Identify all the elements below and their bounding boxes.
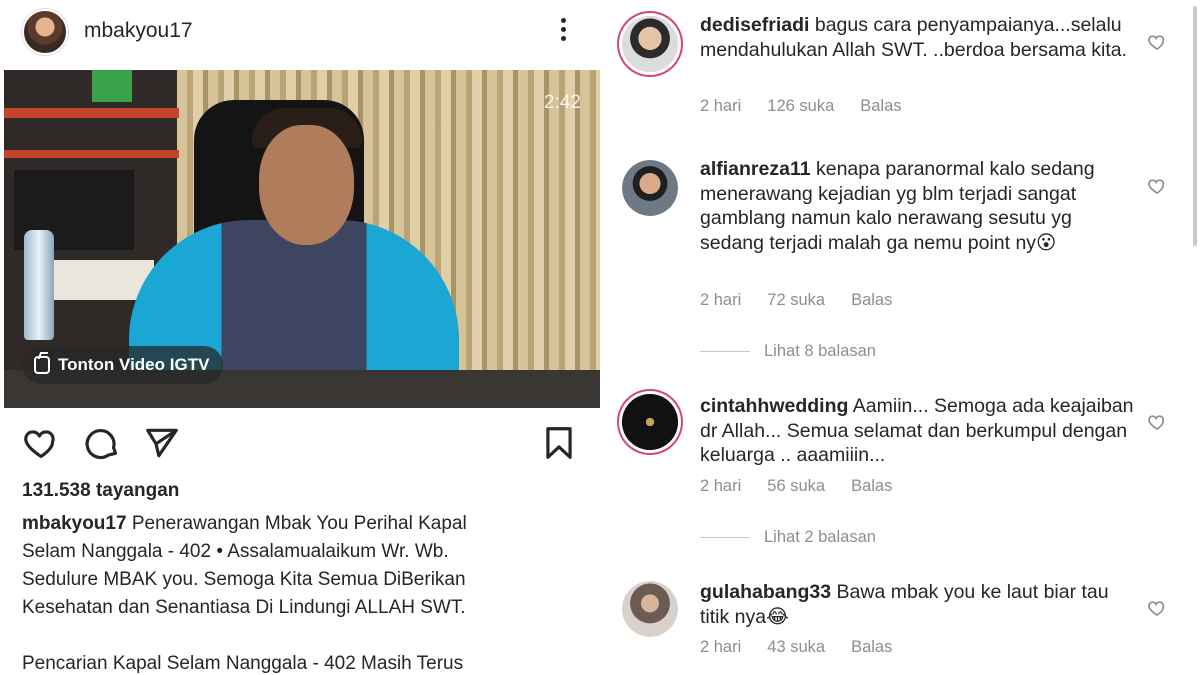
avatar[interactable] [622, 160, 678, 216]
bookmark-icon[interactable] [540, 424, 578, 462]
reply-button[interactable]: Balas [851, 638, 892, 657]
comment-time: 2 hari [700, 477, 742, 495]
video-player[interactable]: 2:42 Tonton Video IGTV [4, 70, 600, 408]
comment-likes[interactable]: 126 suka [767, 97, 834, 116]
comment-meta: 2 hari 126 suka Balas [700, 97, 902, 116]
igtv-icon [34, 356, 50, 374]
comment-text: dedisefriadi bagus cara penyampaianya...… [700, 14, 1128, 61]
igtv-label: Tonton Video IGTV [58, 355, 210, 374]
comment-text: alfianreza11 kenapa paranormal kalo seda… [700, 158, 1095, 254]
comment-username[interactable]: alfianreza11 [700, 158, 811, 180]
caption-line: Pencarian Kapal Selam Nanggala - 402 Mas… [22, 653, 464, 674]
share-icon[interactable] [143, 424, 181, 462]
heart-icon[interactable] [1147, 32, 1167, 52]
caption-username[interactable]: mbakyou17 [22, 513, 127, 534]
post-username[interactable]: mbakyou17 [84, 19, 193, 43]
comment-likes[interactable]: 72 suka [767, 291, 825, 310]
avatar[interactable] [622, 394, 678, 450]
comment-username[interactable]: dedisefriadi [700, 14, 809, 36]
comment-time: 2 hari [700, 291, 742, 309]
comment-username[interactable]: cintahhwedding [700, 395, 848, 417]
comment-time: 2 hari [700, 638, 742, 656]
view-count: 131.538 tayangan [22, 480, 180, 501]
reply-button[interactable]: Balas [851, 291, 892, 310]
reply-button[interactable]: Balas [860, 97, 901, 116]
comment-text: gulahabang33 Bawa mbak you ke laut biar … [700, 581, 1109, 628]
avatar[interactable] [22, 9, 68, 55]
post-caption: mbakyou17 Penerawangan Mbak You Perihal … [22, 510, 582, 675]
avatar[interactable] [622, 581, 678, 637]
heart-icon[interactable] [1147, 598, 1167, 618]
comment-text: cintahhwedding Aamiin... Semoga ada keaj… [700, 395, 1134, 466]
heart-icon[interactable] [22, 424, 60, 462]
comment-username[interactable]: gulahabang33 [700, 581, 831, 603]
comment-likes[interactable]: 43 suka [767, 638, 825, 657]
post-header: mbakyou17 [0, 0, 600, 66]
avatar[interactable] [622, 16, 678, 72]
view-replies-button[interactable]: Lihat 8 balasan [700, 342, 876, 361]
watch-igtv-button[interactable]: Tonton Video IGTV [22, 346, 224, 384]
comment-time: 2 hari [700, 97, 742, 115]
post-panel: mbakyou17 2:42 Tonton Video IGTV 131.538… [0, 0, 600, 675]
post-actions [0, 420, 600, 468]
comment-likes[interactable]: 56 suka [767, 477, 825, 496]
caption-line: Selam Nanggala - 402 • Assalamualaikum W… [22, 541, 449, 562]
heart-icon[interactable] [1147, 412, 1167, 432]
more-icon[interactable] [556, 18, 570, 48]
comment-icon[interactable] [83, 424, 121, 462]
comment-meta: 2 hari 56 suka Balas [700, 477, 892, 496]
heart-icon[interactable] [1147, 176, 1167, 196]
scrollbar[interactable] [1193, 6, 1197, 246]
video-duration: 2:42 [544, 92, 581, 113]
caption-line: Sedulure MBAK you. Semoga Kita Semua DiB… [22, 569, 466, 590]
comments-panel: dedisefriadi bagus cara penyampaianya...… [600, 0, 1200, 675]
view-replies-button[interactable]: Lihat 2 balasan [700, 528, 876, 547]
caption-line: Penerawangan Mbak You Perihal Kapal [126, 513, 467, 534]
comment-meta: 2 hari 72 suka Balas [700, 291, 892, 310]
comment-meta: 2 hari 43 suka Balas [700, 638, 892, 657]
reply-button[interactable]: Balas [851, 477, 892, 496]
caption-line: Kesehatan dan Senantiasa Di Lindungi ALL… [22, 597, 466, 618]
